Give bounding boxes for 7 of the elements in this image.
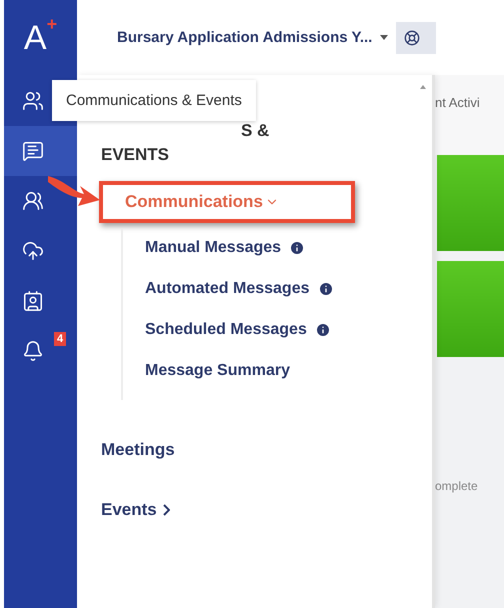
app-logo: A+ (22, 12, 58, 58)
panel-heading: S & (240, 120, 270, 142)
notification-badge: 4 (54, 332, 66, 346)
program-title: Bursary Application Admissions Y... (117, 29, 372, 46)
tooltip: Communications & Events (52, 80, 256, 121)
panel-heading: EVENTS (101, 144, 170, 166)
status-text: omplete (435, 479, 478, 493)
